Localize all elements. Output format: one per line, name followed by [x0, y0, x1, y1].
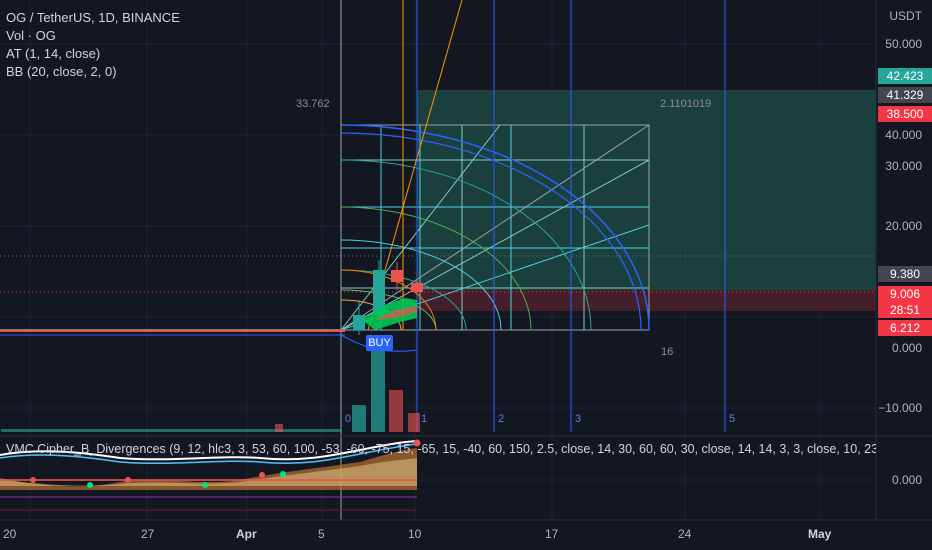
target-zone [417, 90, 876, 290]
bb-legend[interactable]: BB (20, close, 2, 0) [6, 63, 117, 81]
vmc-legend[interactable]: VMC Cipher_B_Divergences (9, 12, hlc3, 3… [6, 442, 876, 456]
date-tick: 10 [408, 527, 422, 541]
gann-ratio-label: 2.1101019 [660, 98, 712, 110]
price-label-last: 41.329 [878, 87, 932, 103]
date-tick-month: May [808, 527, 832, 541]
fib-number: 1 [421, 413, 428, 425]
fib-number: 3 [575, 413, 582, 425]
price-label-countdown: 28:51 [878, 302, 932, 318]
date-tick-month: Apr [236, 527, 257, 541]
price-series [0, 329, 345, 336]
price-label-stop: 6.212 [878, 320, 932, 336]
date-tick: 17 [545, 527, 559, 541]
price-label-target: 38.500 [878, 106, 932, 122]
buy-signal: BUY [366, 335, 393, 351]
date-tick: 5 [318, 527, 325, 541]
date-tick: 20 [3, 527, 17, 541]
indicator-tick: 0.000 [891, 473, 922, 487]
gann-bottom-label: 16 [661, 346, 674, 358]
fib-number: 0 [345, 413, 352, 425]
price-tick: −10.000 [878, 401, 922, 415]
chart-canvas[interactable] [0, 0, 932, 550]
price-tick: 0.000 [891, 341, 922, 355]
date-tick: 27 [141, 527, 155, 541]
price-tick: 40.000 [885, 128, 922, 142]
date-tick: 24 [678, 527, 692, 541]
fib-number: 5 [729, 413, 736, 425]
volume-legend[interactable]: Vol · OG [6, 27, 56, 45]
price-label-level: 9.380 [878, 266, 932, 282]
price-label-high: 42.423 [878, 68, 932, 84]
price-tick: 50.000 [885, 37, 922, 51]
price-tick: 30.000 [885, 159, 922, 173]
price-label-current: 9.006 [878, 286, 932, 302]
gann-top-label: 33.762 [296, 98, 330, 110]
fib-number: 2 [498, 413, 505, 425]
volume-bars [1, 350, 420, 432]
symbol-legend[interactable]: OG / TetherUS, 1D, BINANCE [6, 9, 180, 27]
price-tick: 20.000 [885, 219, 922, 233]
price-axis-unit: USDT [889, 9, 922, 23]
at-legend[interactable]: AT (1, 14, close) [6, 45, 100, 63]
